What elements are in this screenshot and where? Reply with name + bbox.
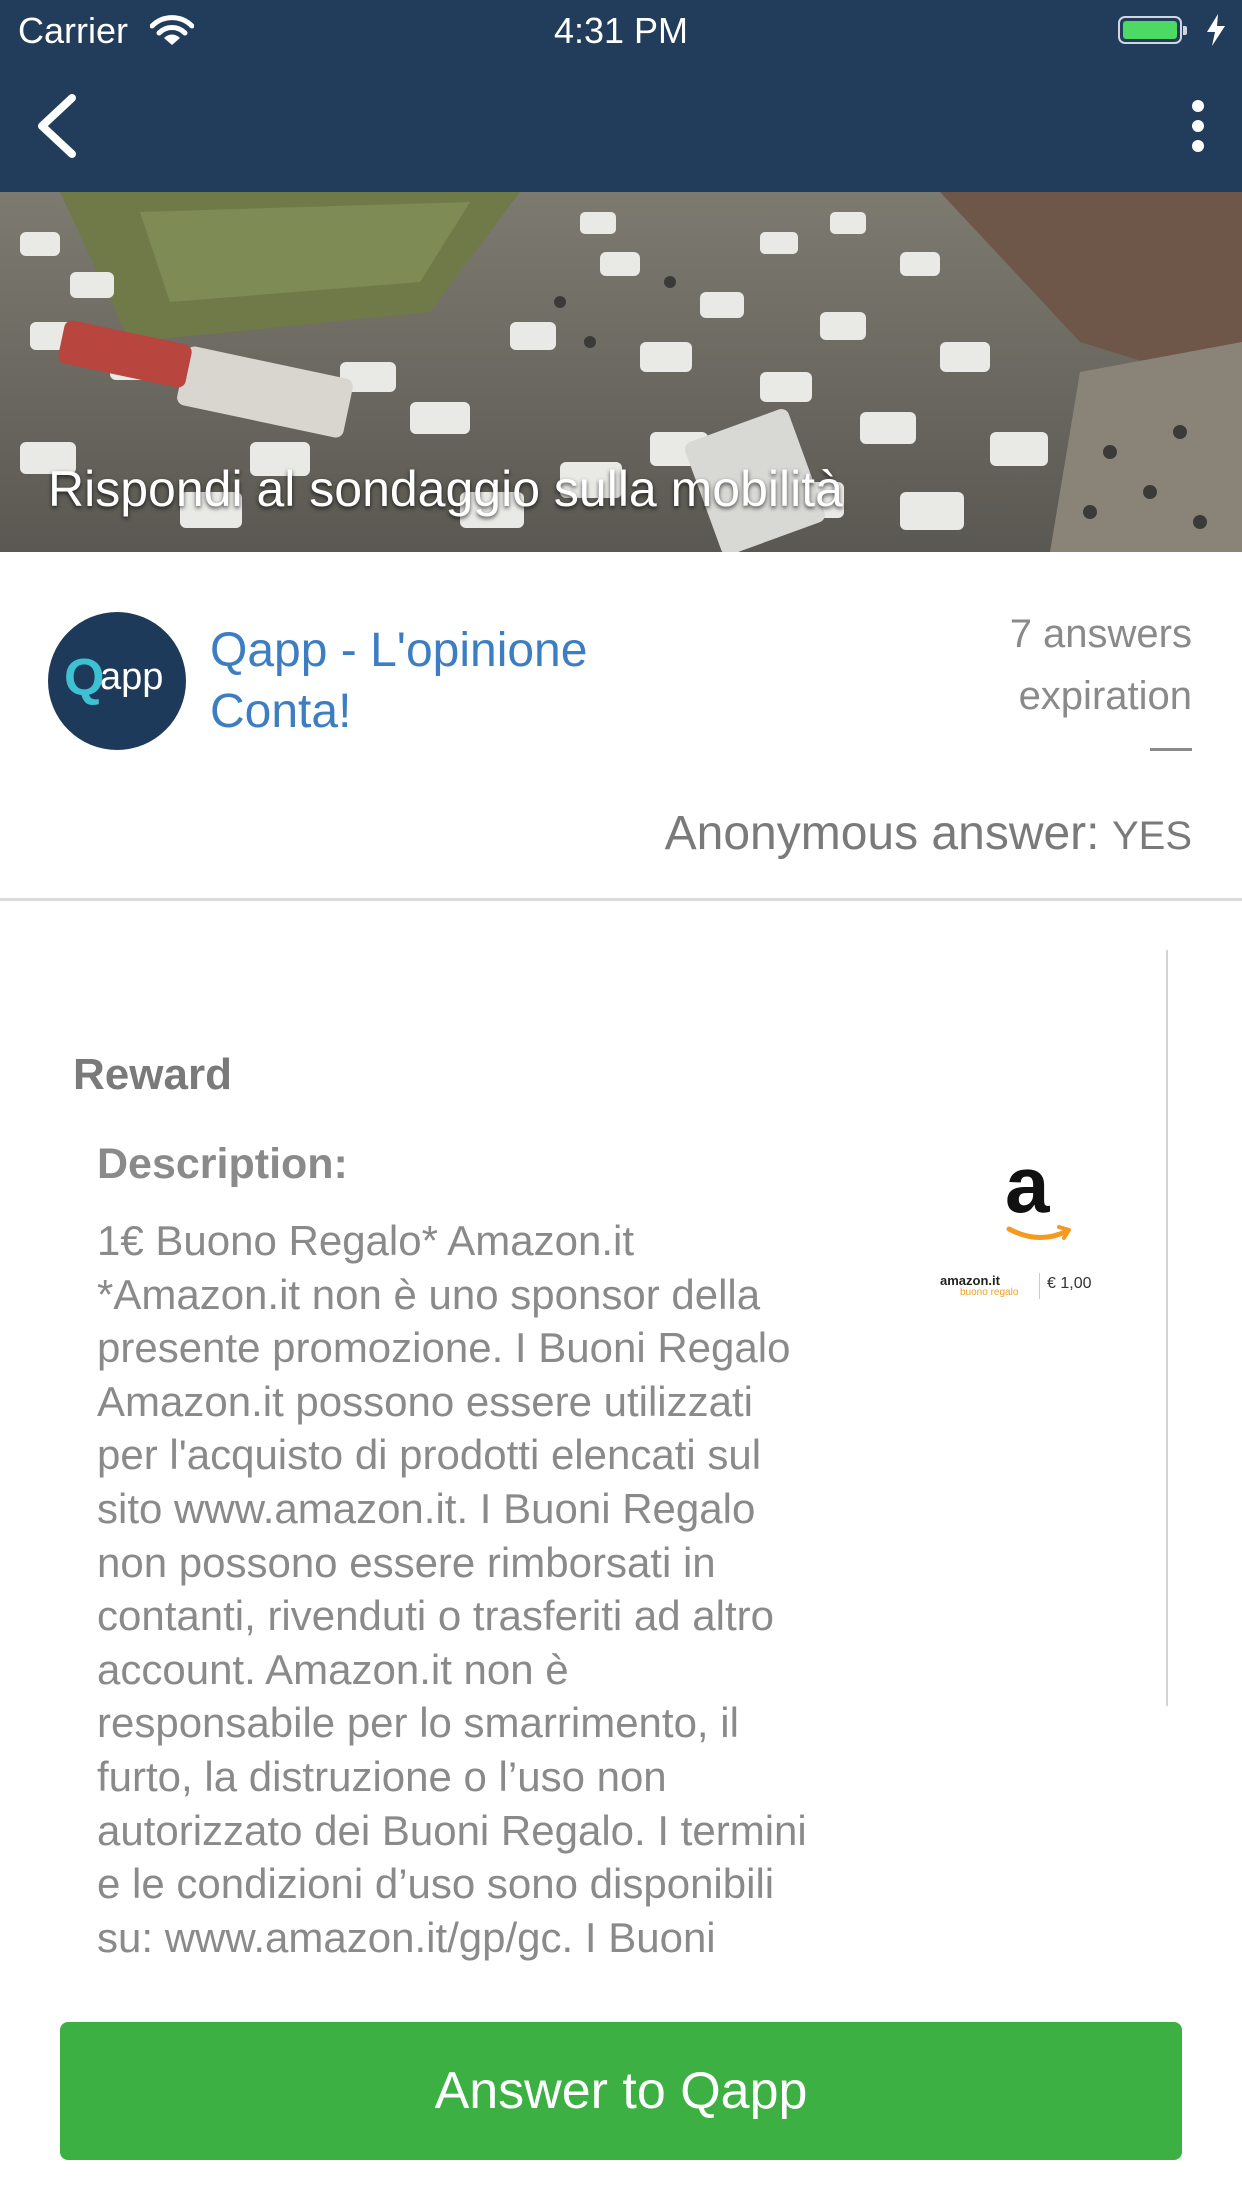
reward-description: 1€ Buono Regalo* Amazon.it *Amazon.it no… [97,1217,807,1961]
status-bar: Carrier 4:31 PM [0,0,1242,62]
anonymous-answer-value: YES [1111,814,1192,858]
gift-card-separator [1039,1273,1040,1299]
publisher-avatar[interactable]: Q app [48,612,186,750]
reward-card[interactable]: Reward Description: 1€ Buono Regalo* Ama… [0,950,1242,1980]
survey-header: Q app Qapp - L'opinione Conta! 7 answers… [0,552,1242,900]
reward-heading: Reward [73,1050,232,1099]
survey-cover-image: Rispondi al sondaggio sulla mobilità [0,192,1242,552]
anonymous-answer-row: Anonymous answer: YES [665,806,1192,861]
navigation-bar [0,62,1242,192]
answer-button[interactable]: Answer to Qapp [60,2022,1182,2160]
expiration-label: expiration [1018,674,1192,718]
amazon-gift-card-image: a amazon.it buono regalo € 1,00 [935,1140,1105,1299]
chevron-left-icon [38,94,76,158]
back-button[interactable] [20,86,100,166]
avatar-q-letter: Q [64,649,105,707]
amazon-smile-icon [1006,1225,1071,1240]
amazon-logo-icon: a [1005,1140,1050,1229]
card-edge-line [1166,950,1168,1706]
expiration-value-dash [1150,748,1192,751]
charging-bolt-icon [1207,14,1225,46]
anonymous-answer-label: Anonymous answer: [664,807,1100,860]
more-vertical-icon [1192,100,1204,152]
status-time: 4:31 PM [553,10,689,51]
description-label: Description: [97,1140,348,1188]
more-options-button[interactable] [1162,86,1222,166]
gift-card-brand: amazon.it [940,1273,1000,1288]
gift-card-subtitle: buono regalo [960,1287,1019,1298]
publisher-name-link[interactable]: Qapp - L'opinione Conta! [210,620,690,742]
survey-title: Rispondi al sondaggio sulla mobilità [48,461,843,517]
battery-icon [1118,16,1187,44]
answers-count: 7 answers [1009,612,1192,656]
avatar-app-text: app [100,656,164,698]
section-divider [0,898,1242,901]
gift-card-value: € 1,00 [1047,1275,1092,1292]
